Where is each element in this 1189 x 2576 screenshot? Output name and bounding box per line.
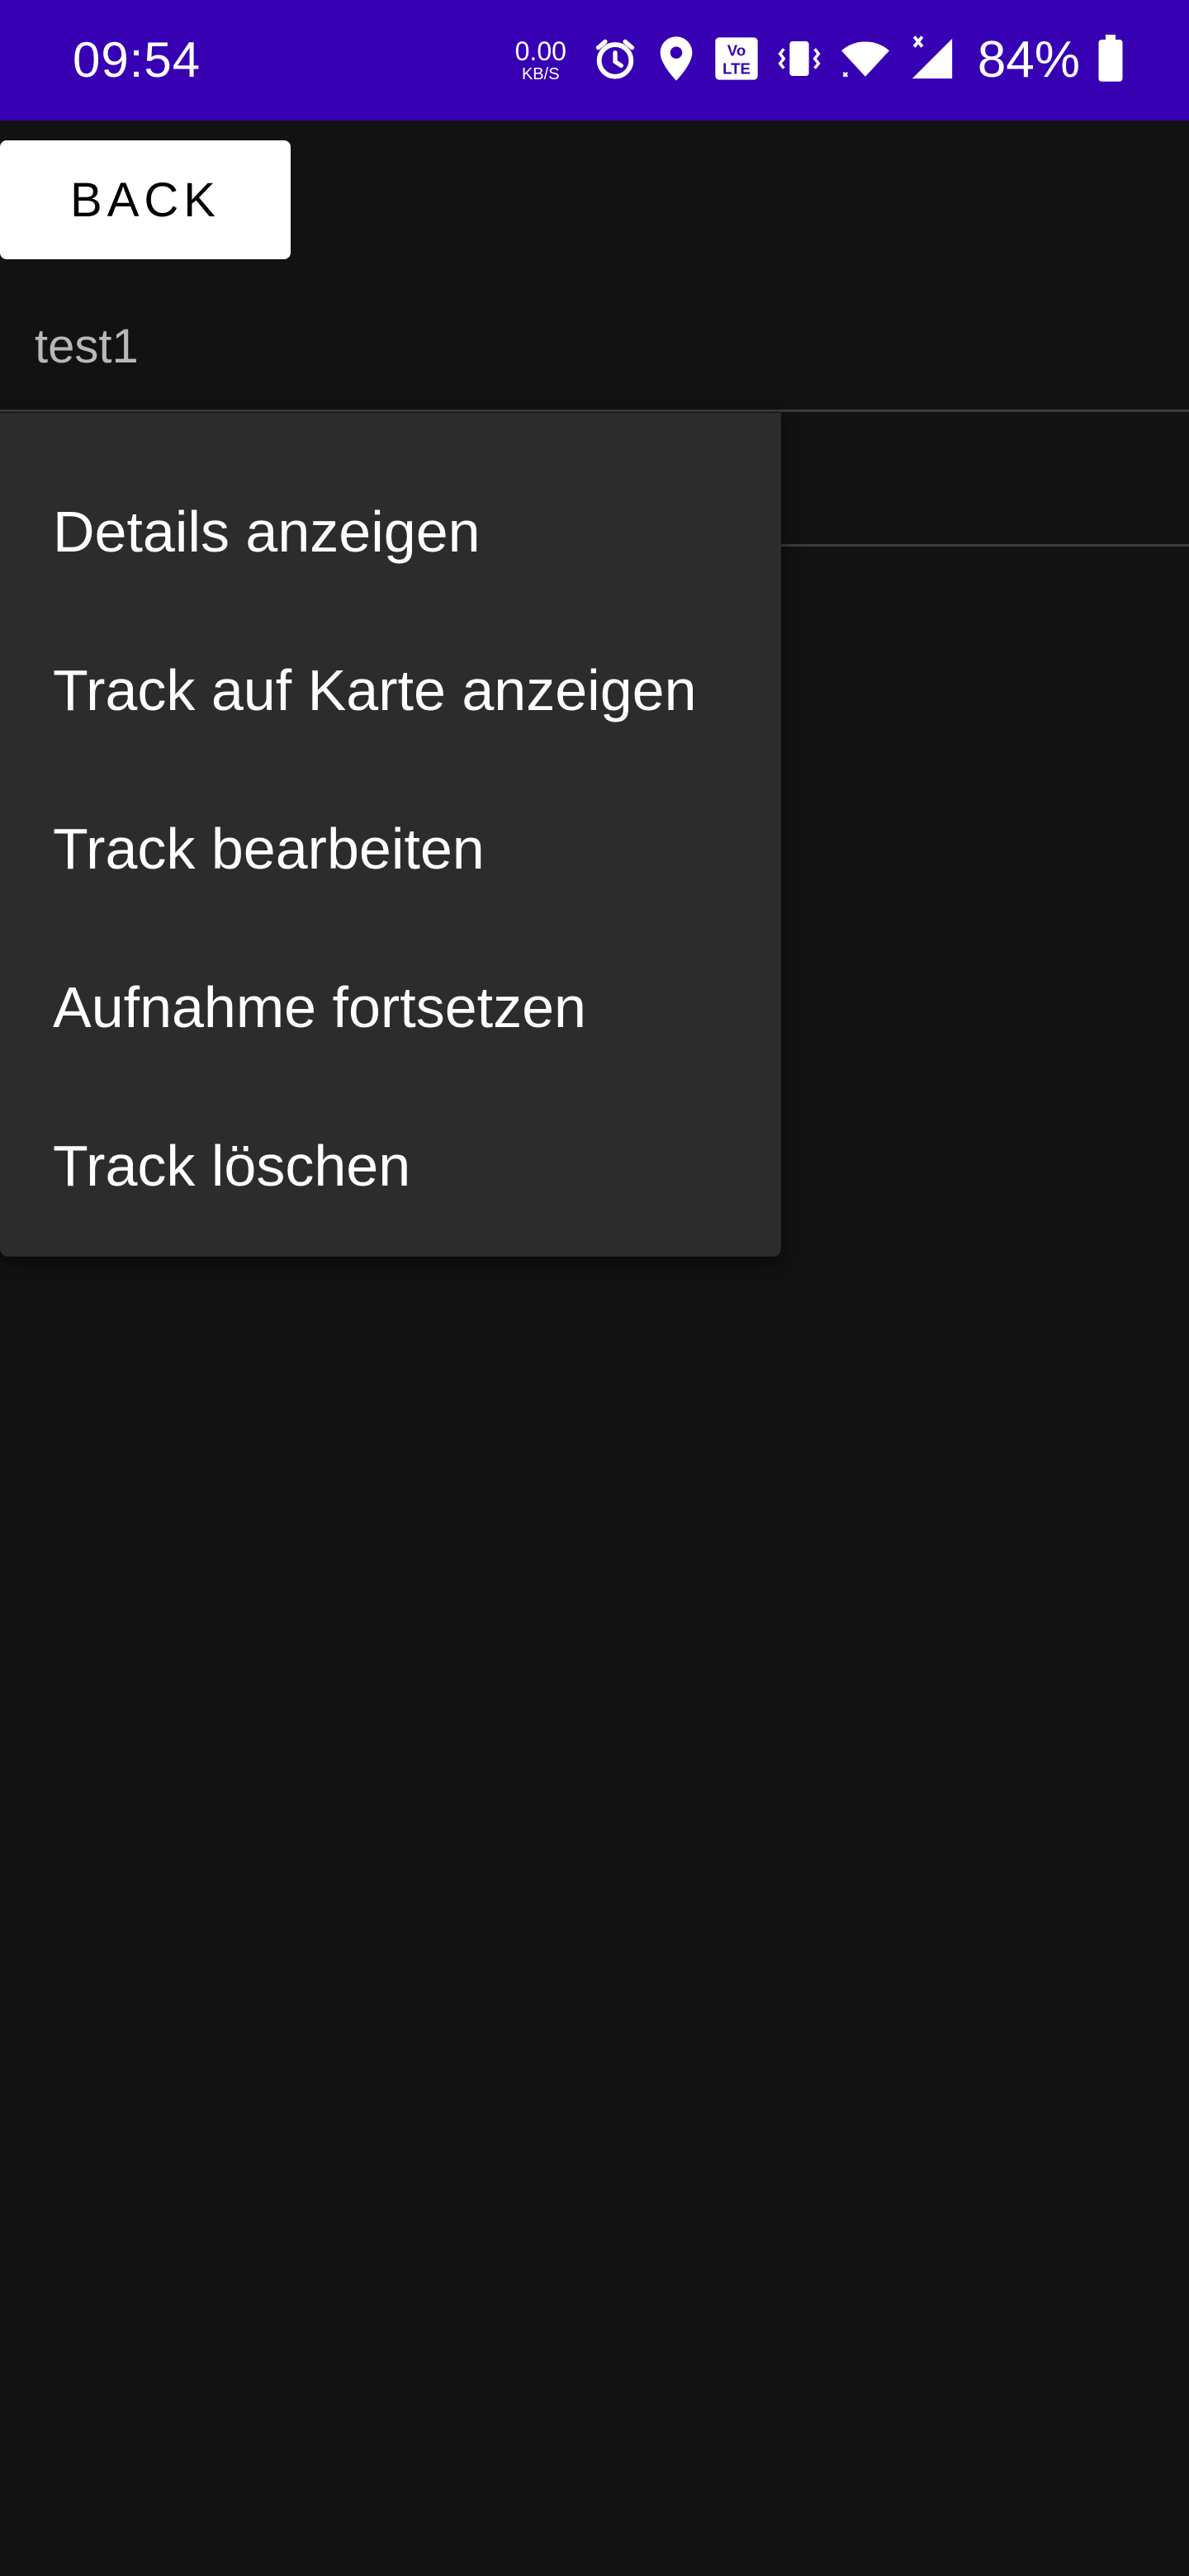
menu-item-resume-recording[interactable]: Aufnahme fortsetzen xyxy=(0,928,781,1087)
status-time: 09:54 xyxy=(73,32,201,88)
back-button[interactable]: BACK xyxy=(0,140,291,259)
status-bar: 09:54 0.00 KB/S Vo LTE 84% xyxy=(0,0,1189,121)
menu-item-details[interactable]: Details anzeigen xyxy=(0,452,781,611)
menu-item-edit-track[interactable]: Track bearbeiten xyxy=(0,769,781,928)
battery-icon xyxy=(1097,34,1125,87)
battery-percent: 84% xyxy=(977,31,1080,88)
list-item[interactable]: test1 xyxy=(0,277,1189,412)
signal-icon xyxy=(908,35,956,87)
network-speed-unit: KB/S xyxy=(521,65,560,83)
status-icons: 0.00 KB/S Vo LTE 84% xyxy=(515,30,1125,91)
volte-icon: Vo LTE xyxy=(713,35,760,87)
alarm-icon xyxy=(591,35,639,87)
context-menu: Details anzeigen Track auf Karte anzeige… xyxy=(0,413,781,1257)
location-icon xyxy=(656,35,697,87)
menu-item-show-on-map[interactable]: Track auf Karte anzeigen xyxy=(0,611,781,769)
network-speed-value: 0.00 xyxy=(514,36,566,66)
menu-item-delete-track[interactable]: Track löschen xyxy=(0,1087,781,1245)
track-name: test1 xyxy=(35,320,139,373)
wifi-icon xyxy=(839,35,892,87)
network-speed: 0.00 KB/S xyxy=(515,38,566,83)
svg-text:LTE: LTE xyxy=(722,59,751,77)
vibrate-icon xyxy=(776,35,822,87)
svg-text:Vo: Vo xyxy=(727,41,746,59)
